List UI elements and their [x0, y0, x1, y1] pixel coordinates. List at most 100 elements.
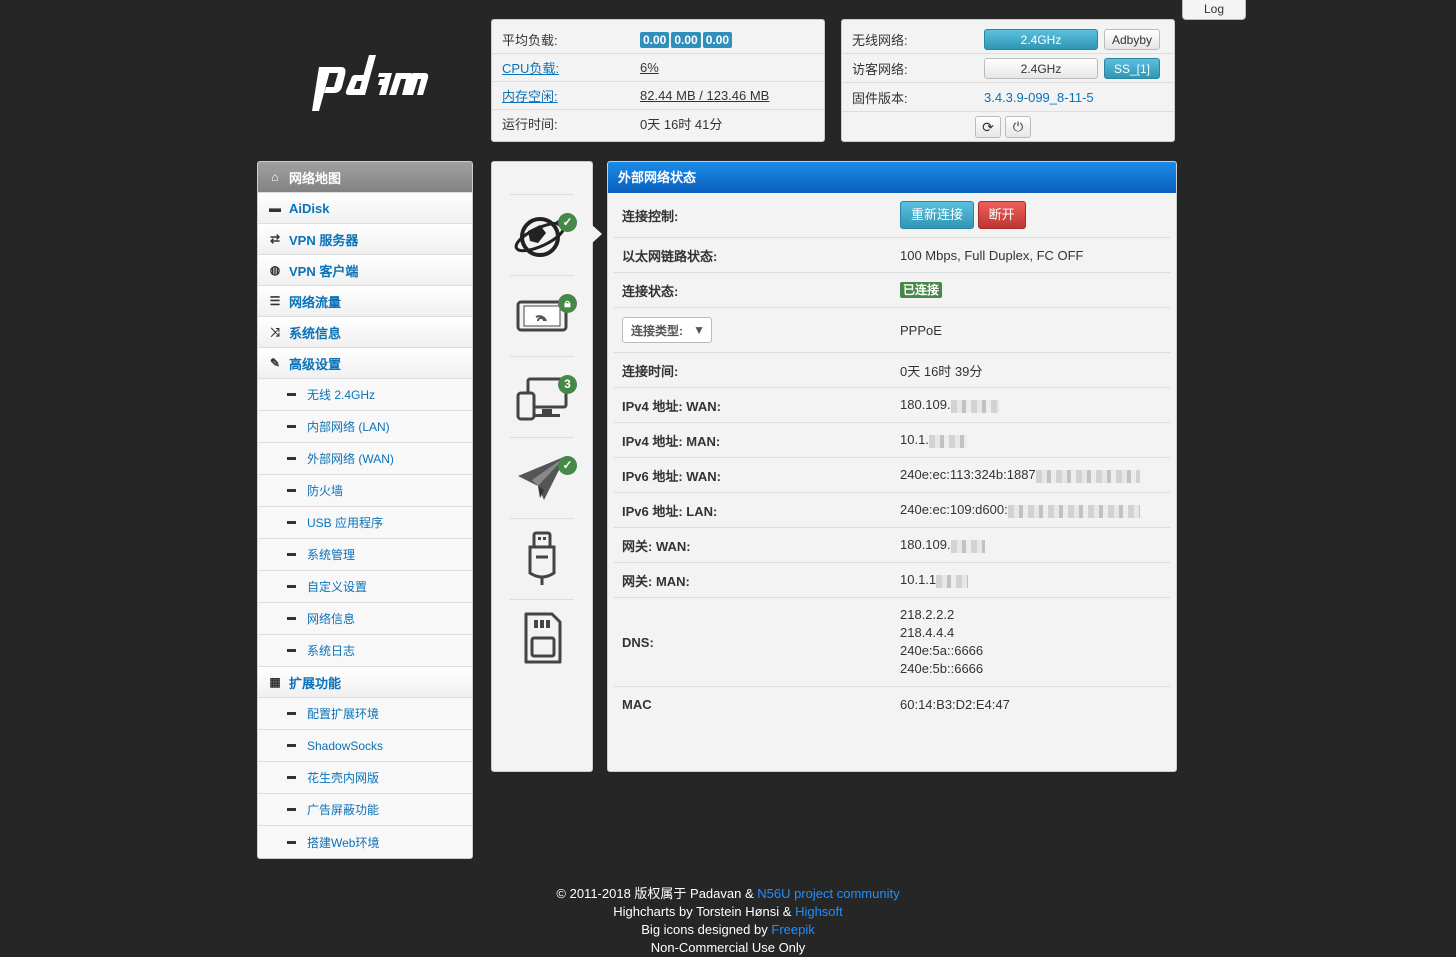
ss-button[interactable]: SS_[1] [1104, 57, 1160, 79]
ss-status-cell[interactable]: ✓ [510, 437, 577, 518]
usb-cell[interactable] [510, 518, 574, 599]
mac-label: MAC [622, 697, 652, 712]
sd-card-icon [524, 612, 562, 664]
sidebar-sub-label: 广告屏蔽功能 [307, 803, 380, 817]
dash-icon [287, 457, 296, 460]
memory-free-link[interactable]: 内存空闲: [502, 86, 640, 105]
wireless-clients-cell[interactable]: 🔒︎ [510, 275, 577, 356]
sidebar-sub-ext-env[interactable]: 配置扩展环境 [258, 698, 472, 730]
redacted-block [950, 399, 999, 413]
refresh-icon: ⟳ [982, 119, 994, 135]
dash-icon [287, 489, 296, 492]
gateway-man-label: 网关: MAN: [622, 573, 690, 589]
sidebar-sub-label: 网络信息 [307, 612, 356, 626]
sidebar-sub-syslog[interactable]: 系统日志 [258, 635, 472, 667]
gateway-wan-value: 180.109. [900, 537, 951, 553]
shutdown-button[interactable]: ⏻ [1005, 116, 1031, 138]
dash-icon [287, 393, 296, 396]
globe-satellite-icon [514, 217, 566, 257]
highsoft-link[interactable]: Highsoft [795, 904, 843, 919]
control-row: 连接控制: 重新连接 断开 [614, 193, 1170, 238]
sidebar-sub-admin[interactable]: 系统管理 [258, 539, 472, 571]
sidebar-item-label: 网络流量 [289, 294, 342, 310]
redacted-block [1035, 469, 1140, 483]
dash-icon [287, 585, 296, 588]
sidebar-sub-wireless[interactable]: 无线 2.4GHz [258, 379, 472, 411]
sidebar-item-vpn-client[interactable]: ◍ VPN 客户端 [258, 255, 472, 286]
reconnect-button[interactable]: 重新连接 [900, 201, 974, 229]
guest-label: 访客网络: [852, 61, 908, 77]
ipv6-lan-label: IPv6 地址: LAN: [622, 503, 718, 519]
sidebar-sub-oray[interactable]: 花生壳内网版 [258, 762, 472, 794]
network-map-icons: ✓ 🔒︎ 3 ✓ [491, 161, 593, 772]
log-button[interactable]: Log [1182, 0, 1246, 20]
dash-icon [287, 617, 296, 620]
sidebar-item-system-info[interactable]: ⤨ 系统信息 [258, 317, 472, 348]
sidebar-item-extensions[interactable]: ▦ 扩展功能 [258, 667, 472, 698]
cpu-value[interactable]: 6% [640, 60, 659, 75]
padavan-logo [305, 45, 435, 117]
connection-time-label: 连接时间: [622, 363, 679, 379]
sidebar-item-label: AiDisk [289, 200, 330, 216]
sidebar-sub-wan[interactable]: 外部网络 (WAN) [258, 443, 472, 475]
internet-status-cell[interactable]: ✓ [510, 194, 577, 275]
mac-value: 60:14:B3:D2:E4:47 [900, 697, 1010, 712]
ethernet-link-label: 以太网链路状态: [622, 248, 718, 264]
sidebar-sub-web-env[interactable]: 搭建Web环境 [258, 826, 472, 858]
adbyby-button[interactable]: Adbyby [1104, 28, 1160, 50]
lock-icon: 🔒︎ [558, 294, 577, 313]
load-values: 0.00 0.00 0.00 [640, 31, 734, 48]
dash-icon [287, 425, 296, 428]
disconnect-button[interactable]: 断开 [977, 201, 1026, 229]
connection-type-select[interactable]: 连接类型: ▼ [622, 317, 712, 343]
memory-value[interactable]: 82.44 MB / 123.46 MB [640, 88, 769, 103]
sidebar-sub-lan[interactable]: 内部网络 (LAN) [258, 411, 472, 443]
sidebar-sub-firewall[interactable]: 防火墙 [258, 475, 472, 507]
n56u-community-link[interactable]: N56U project community [757, 886, 899, 901]
sidebar-sub-label: 系统日志 [307, 644, 356, 658]
usb-icon [528, 531, 556, 585]
connection-time-value: 0天 16时 39分 [900, 363, 983, 379]
ipv6-lan-row: IPv6 地址: LAN: 240e:ec:109:d600: [614, 493, 1170, 528]
sdcard-cell[interactable] [510, 599, 574, 680]
sidebar-item-traffic[interactable]: ☰ 网络流量 [258, 286, 472, 317]
gateway-man-value: 10.1.1 [900, 572, 937, 588]
sidebar-item-label: 系统信息 [289, 325, 342, 341]
redacted-block [1007, 504, 1140, 518]
connected-check-icon: ✓ [558, 213, 577, 232]
sidebar-sub-custom[interactable]: 自定义设置 [258, 571, 472, 603]
system-stats-panel: 平均负载: 0.00 0.00 0.00 CPU负载: 6% 内存空闲: 82.44… [491, 19, 825, 142]
sidebar-item-vpn-server[interactable]: ⇄ VPN 服务器 [258, 224, 472, 255]
connection-status-label: 连接状态: [622, 283, 679, 299]
sidebar-item-label: 扩展功能 [289, 675, 342, 691]
sidebar-sub-shadowsocks[interactable]: ShadowSocks [258, 730, 472, 762]
sidebar-sub-label: 防火墙 [307, 484, 344, 498]
sidebar-item-aidisk[interactable]: ▬ AiDisk [258, 193, 472, 224]
guest-2g-button[interactable]: 2.4GHz [984, 57, 1098, 79]
sidebar-item-advanced[interactable]: ✎ 高级设置 [258, 348, 472, 379]
sidebar-sub-label: 自定义设置 [307, 580, 368, 594]
sidebar-item-network-map[interactable]: ⌂ 网络地图 [258, 162, 472, 193]
reboot-button[interactable]: ⟳ [975, 116, 1001, 138]
wifi-label: 无线网络: [852, 32, 908, 48]
sidebar-sub-label: 花生壳内网版 [307, 771, 380, 785]
firmware-version-link[interactable]: 3.4.3.9-099_8-11-5 [984, 90, 1094, 105]
load-15min: 0.00 [702, 31, 733, 48]
clients-cell[interactable]: 3 [510, 356, 577, 437]
clients-count-badge: 3 [558, 375, 577, 394]
freepik-link[interactable]: Freepik [771, 922, 814, 937]
home-icon: ⌂ [271, 170, 279, 184]
cpu-load-link[interactable]: CPU负载: [502, 58, 640, 77]
sidebar-sub-netinfo[interactable]: 网络信息 [258, 603, 472, 635]
ipv4-wan-label: IPv4 地址: WAN: [622, 398, 721, 414]
connection-type-select-label: 连接类型: [631, 323, 683, 338]
sidebar-sub-usb[interactable]: USB 应用程序 [258, 507, 472, 539]
sidebar-sub-label: 无线 2.4GHz [307, 388, 376, 402]
grid-icon: ▦ [269, 675, 281, 689]
uptime-row: 运行时间: 0天 16时 41分 [492, 110, 824, 137]
sidebar-item-label: 网络地图 [289, 170, 342, 186]
wifi-2g-button[interactable]: 2.4GHz [984, 28, 1098, 50]
sidebar-item-label: 高级设置 [289, 356, 342, 372]
sidebar-sub-adblock[interactable]: 广告屏蔽功能 [258, 794, 472, 826]
hdd-icon: ▬ [269, 201, 281, 215]
